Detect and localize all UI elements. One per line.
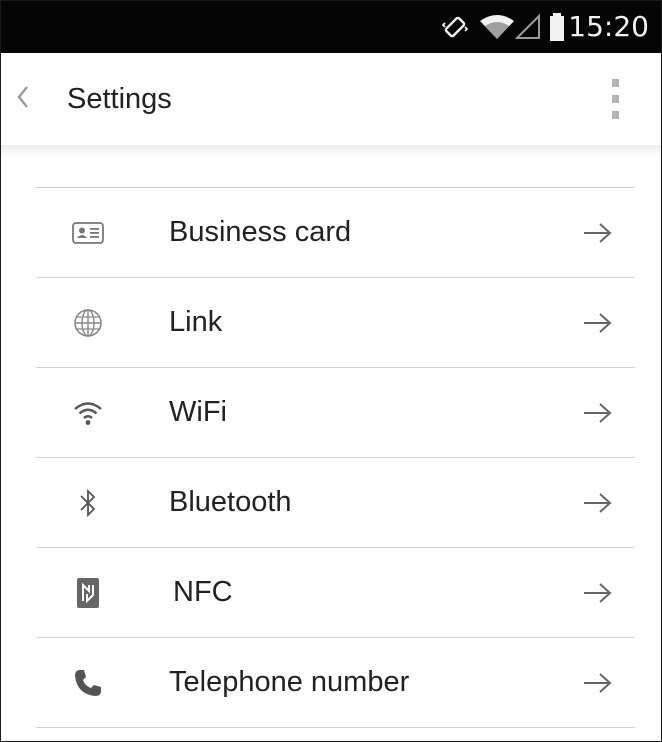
page-title: Settings — [67, 83, 172, 115]
list-item-label: WiFi — [169, 396, 227, 428]
cell-signal-icon — [515, 1, 541, 53]
list-item-label: Link — [169, 306, 223, 338]
list-item-nfc[interactable]: NFC — [36, 548, 635, 638]
arrow-right-icon — [581, 188, 615, 277]
list-item-label: Telephone number — [169, 666, 410, 698]
chevron-left-icon — [17, 86, 28, 108]
list-item-wifi[interactable]: WiFi — [36, 368, 635, 458]
overflow-dot — [611, 95, 619, 103]
globe-icon — [66, 278, 110, 367]
list-item-telephone-number[interactable]: Telephone number — [36, 638, 635, 728]
phone-icon — [66, 638, 110, 727]
arrow-right-icon — [581, 278, 615, 367]
settings-list: Business card Link WiFi Bluetooth NFC Te… — [36, 187, 635, 728]
phone-screen: 15:20 Settings Business card Link WiFi B… — [0, 0, 662, 742]
nfc-icon — [66, 548, 110, 637]
arrow-right-icon — [581, 458, 615, 547]
list-item-bluetooth[interactable]: Bluetooth — [36, 458, 635, 548]
back-button[interactable] — [5, 75, 41, 119]
battery-icon — [549, 1, 565, 53]
content-divider-shadow — [1, 145, 661, 157]
list-item-business-card[interactable]: Business card — [36, 188, 635, 278]
wifi-icon — [66, 368, 110, 457]
status-time: 15:20 — [568, 10, 649, 43]
arrow-right-icon — [581, 368, 615, 457]
list-item-label: NFC — [173, 576, 233, 608]
status-bar: 15:20 — [1, 1, 661, 53]
arrow-right-icon — [581, 638, 615, 727]
overflow-dot — [611, 111, 619, 119]
wifi-signal-icon — [479, 1, 515, 53]
arrow-right-icon — [581, 548, 615, 637]
overflow-menu-button[interactable] — [605, 79, 625, 119]
vibrate-icon — [442, 1, 468, 53]
bluetooth-icon — [66, 458, 110, 547]
overflow-menu-icon — [611, 79, 619, 87]
action-bar: Settings — [1, 53, 661, 145]
list-item-label: Bluetooth — [169, 486, 292, 518]
list-item-link[interactable]: Link — [36, 278, 635, 368]
list-item-label: Business card — [169, 216, 352, 248]
business-card-icon — [66, 188, 110, 277]
